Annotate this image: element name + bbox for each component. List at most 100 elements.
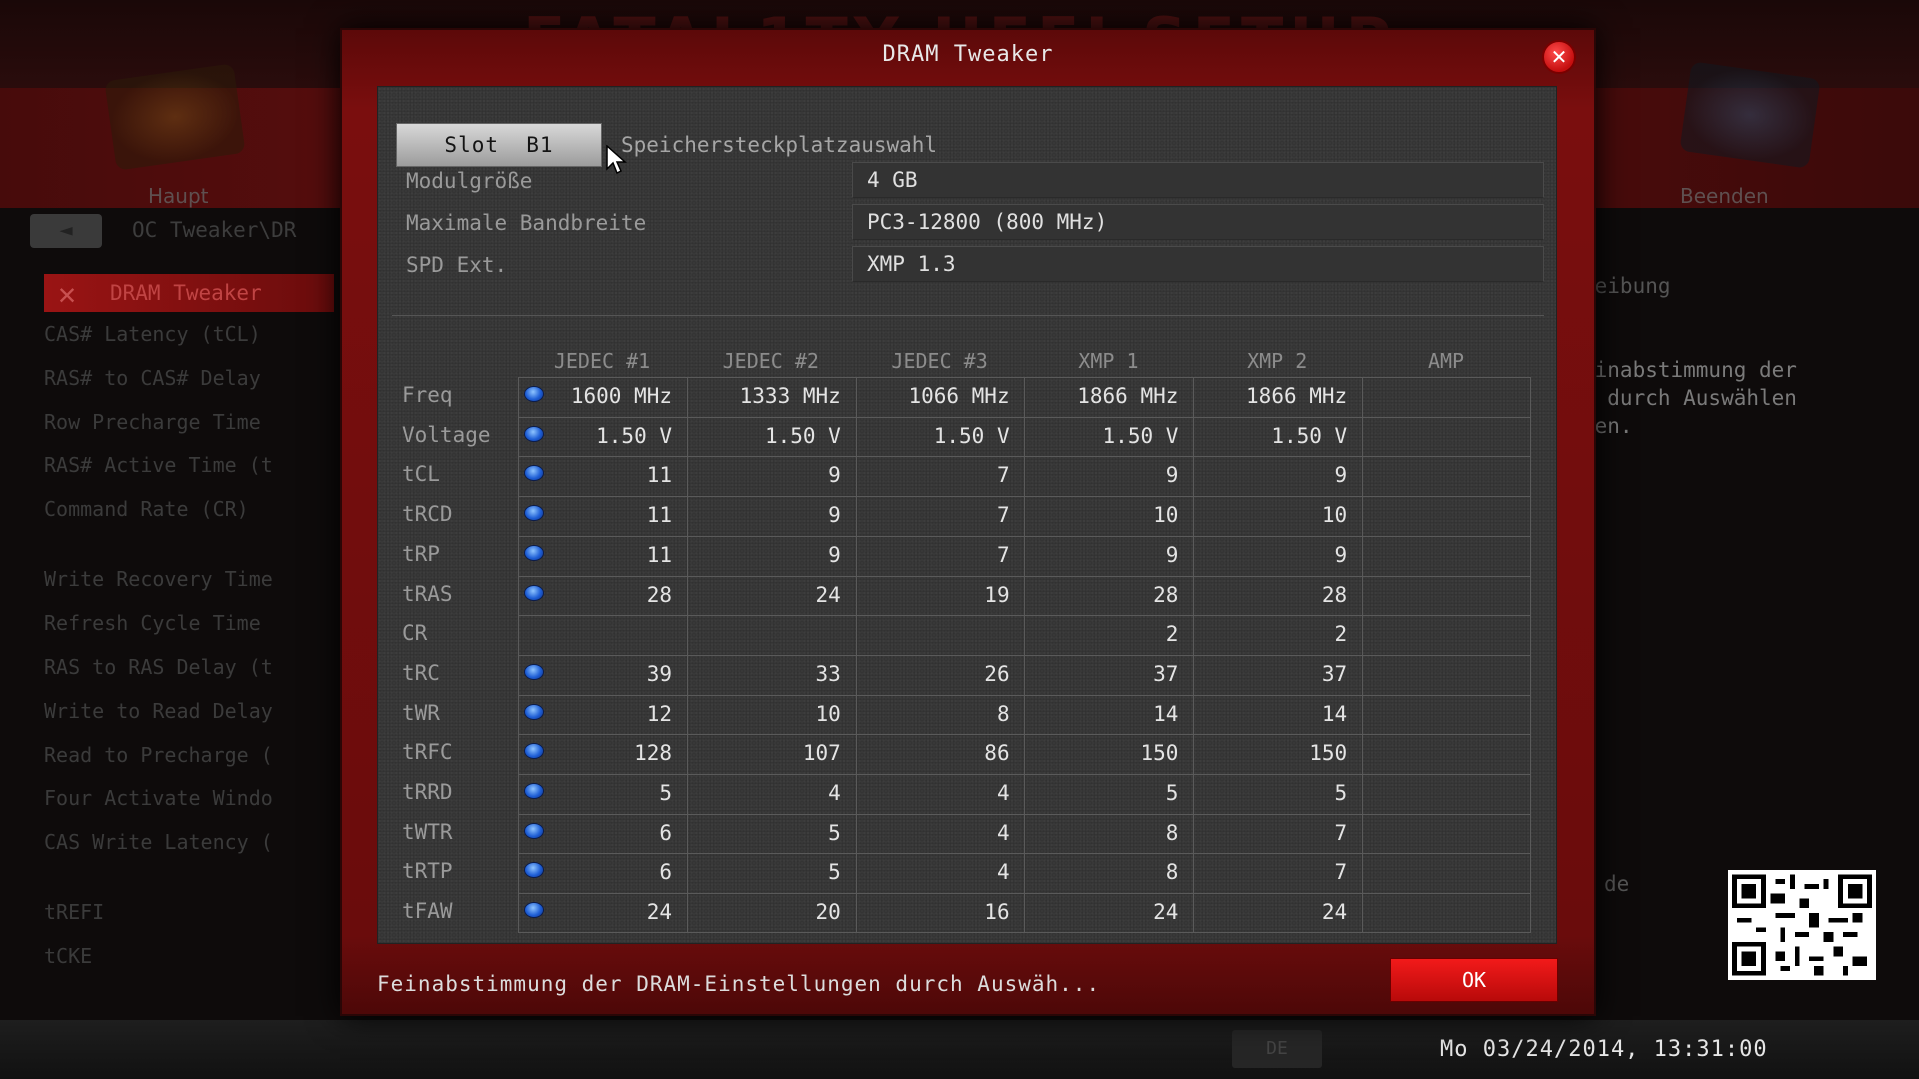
grid-line [518, 932, 1531, 933]
table-cell: 150 [1309, 741, 1348, 766]
table-cell: 9 [1334, 463, 1348, 488]
divider [392, 315, 1544, 316]
table-cell: 9 [1165, 463, 1179, 488]
table-cell: 24 [646, 900, 672, 925]
menu-item[interactable]: Row Precharge Time [44, 410, 261, 434]
column-header: XMP 1 [1078, 349, 1139, 373]
close-icon[interactable]: ✕ [1542, 40, 1576, 74]
table-cell: 14 [1321, 701, 1348, 726]
menu-item-label: DRAM Tweaker [110, 281, 262, 305]
grid-line [518, 774, 1531, 775]
row-label: tRRD [402, 780, 453, 804]
table-cell: 11 [646, 542, 672, 567]
menu-item[interactable]: Read to Precharge ( [44, 743, 273, 767]
table-cell: 39 [646, 661, 672, 686]
module-size-label: Modulgröße [406, 169, 533, 193]
menu-item[interactable]: tREFI [44, 900, 104, 924]
row-label: tWTR [402, 819, 453, 844]
table-cell: 12 [646, 701, 672, 726]
table-cell: 86 [984, 741, 1010, 766]
status-text: Feinabstimmung der DRAM-Einstellungen du… [377, 972, 1101, 996]
table-cell: 5 [1165, 781, 1179, 805]
menu-item[interactable]: CAS Write Latency ( [44, 830, 273, 854]
table-cell: 128 [634, 741, 672, 766]
grid-line [518, 654, 1531, 656]
column-header: AMP [1427, 349, 1465, 373]
table-cell: 20 [815, 900, 841, 925]
row-label: tCL [402, 462, 440, 487]
menu-item[interactable]: Command Rate (CR) [44, 497, 249, 521]
menu-item[interactable]: Refresh Cycle Time [44, 611, 261, 635]
tools-icon: ✕ [58, 277, 77, 312]
table-cell: 10 [815, 701, 841, 726]
table-cell: 8 [996, 701, 1010, 726]
table-cell: 5 [828, 820, 841, 845]
grid-line [518, 496, 1531, 498]
table-cell: 9 [1334, 542, 1348, 567]
table-cell: 11 [646, 463, 672, 488]
grid-line [518, 734, 1531, 736]
clock: Mo 03/24/2014, 13:31:00 [1440, 1037, 1768, 1062]
table-cell: 4 [996, 781, 1010, 805]
menu-item[interactable]: RAS# to CAS# Delay [44, 366, 261, 390]
module-size-value: 4 GB [852, 162, 1544, 198]
description-lower: de [1604, 872, 1630, 896]
dram-tweaker-dialog: DRAM Tweaker ✕ Slot B1 Speichersteckplat… [340, 28, 1596, 1016]
table-cell: 1.50 V [1271, 423, 1348, 448]
menu-item[interactable]: Four Activate Windo [44, 786, 273, 810]
table-cell: 14 [1153, 701, 1179, 726]
slot-select-button[interactable]: Slot B1 [396, 123, 602, 167]
menu-item[interactable]: tCKE [44, 944, 92, 968]
table-cell: 11 [646, 503, 672, 528]
table-cell: 5 [659, 781, 672, 805]
description-line: einabstimmung der [1582, 358, 1797, 382]
table-cell: 37 [1153, 661, 1179, 686]
menu-item-dram-tweaker[interactable]: ✕ DRAM Tweaker [44, 274, 334, 312]
table-cell: 9 [828, 503, 841, 528]
table-cell: 16 [984, 900, 1010, 925]
table-cell: 5 [1334, 781, 1348, 805]
main-tab-label[interactable]: Haupt [148, 184, 209, 208]
grid-line [518, 456, 1531, 458]
row-label: tRCD [402, 502, 453, 527]
row-label: tRTP [402, 859, 453, 884]
column-header: JEDEC #2 [722, 349, 819, 373]
grid-line [518, 535, 1531, 537]
table-cell: 9 [828, 542, 841, 567]
language-button[interactable]: DE [1232, 1030, 1322, 1068]
exit-tab-label[interactable]: Beenden [1680, 184, 1769, 208]
row-label: Freq [402, 383, 453, 407]
main-tab-icon[interactable] [104, 63, 246, 171]
table-cell: 8 [1165, 860, 1179, 885]
table-cell: 28 [1321, 582, 1348, 607]
ok-button[interactable]: OK [1390, 958, 1558, 1002]
table-cell: 5 [828, 860, 841, 885]
table-cell: 1866 MHz [1077, 384, 1179, 408]
menu-item[interactable]: CAS# Latency (tCL) [44, 322, 261, 346]
table-cell: 19 [984, 582, 1010, 607]
column-header: JEDEC #1 [553, 349, 651, 373]
table-cell: 7 [1334, 860, 1348, 885]
grid-line [518, 615, 1531, 617]
table-cell: 24 [1153, 900, 1179, 925]
table-cell: 4 [996, 860, 1010, 885]
row-label: tRP [402, 541, 440, 566]
table-cell: 1.50 V [1102, 423, 1179, 448]
menu-item[interactable]: RAS# Active Time (t [44, 453, 273, 477]
menu-item[interactable]: RAS to RAS Delay (t [44, 655, 273, 679]
dialog-panel: Slot B1 Speichersteckplatzauswahl Modulg… [377, 86, 1557, 944]
menu-item[interactable]: Write Recovery Time [44, 567, 273, 591]
table-cell: 4 [828, 781, 841, 805]
row-label: tWR [402, 700, 440, 725]
table-cell: 1333 MHz [739, 384, 841, 408]
exit-tab-icon[interactable] [1679, 61, 1821, 169]
row-label: tRC [402, 660, 440, 685]
grid-line [518, 575, 1531, 577]
table-cell: 2 [1165, 622, 1179, 647]
table-cell: 9 [1165, 542, 1179, 567]
table-cell: 4 [996, 820, 1010, 845]
table-cell: 28 [646, 582, 672, 607]
menu-item[interactable]: Write to Read Delay [44, 699, 273, 723]
table-cell: 7 [996, 542, 1010, 567]
back-button[interactable]: ◄ [30, 214, 102, 248]
